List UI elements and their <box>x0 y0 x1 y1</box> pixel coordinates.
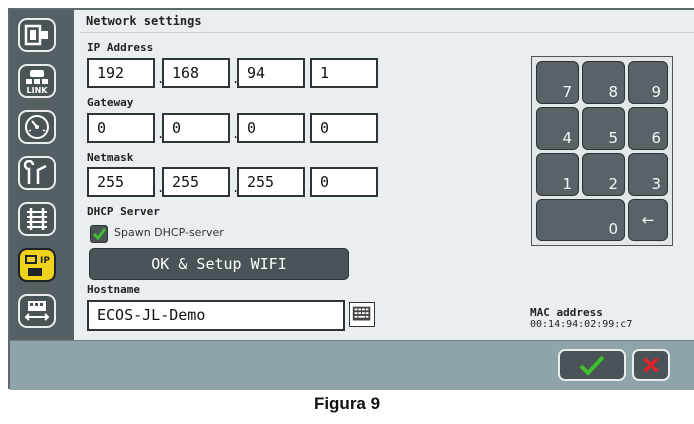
backspace-key[interactable]: ← <box>628 199 668 241</box>
gateway-octet-1[interactable]: 0 <box>87 113 155 143</box>
sidebar: LINK IP <box>10 10 74 340</box>
mac-address-value: 00:14:94:02:99:c7 <box>530 319 633 330</box>
confirm-button[interactable] <box>558 349 626 381</box>
ip-octet-1[interactable]: 192 <box>87 58 155 88</box>
sidebar-item-track[interactable] <box>18 202 56 236</box>
sidebar-item-network[interactable]: IP <box>18 248 56 282</box>
gateway-octet-2[interactable]: 0 <box>162 113 230 143</box>
key-6[interactable]: 6 <box>628 107 668 150</box>
netmask-label: Netmask <box>87 151 134 164</box>
keyboard-button[interactable] <box>349 302 375 327</box>
figure-caption: Figura 9 <box>313 394 381 413</box>
ip-octet-4[interactable]: 1 <box>310 58 378 88</box>
netmask-octet-1[interactable]: 255 <box>87 167 155 197</box>
check-icon <box>92 228 107 241</box>
backspace-icon: ← <box>641 211 655 229</box>
locomotive-icon <box>24 301 50 321</box>
switch-icon <box>23 160 47 184</box>
sidebar-item-link[interactable]: LINK <box>18 64 56 98</box>
netmask-octet-4[interactable]: 0 <box>310 167 378 197</box>
checkmark-icon <box>579 355 605 376</box>
track-icon <box>27 208 47 230</box>
page-title: Network settings <box>86 14 202 28</box>
title-divider <box>80 32 694 33</box>
dhcp-label: DHCP Server <box>87 205 160 218</box>
sidebar-item-gauge[interactable] <box>18 110 56 144</box>
sidebar-item-locomotive[interactable] <box>18 294 56 328</box>
key-3[interactable]: 3 <box>628 153 668 196</box>
device-icon <box>24 24 48 46</box>
dhcp-checkbox[interactable] <box>90 225 108 243</box>
sidebar-item-device[interactable] <box>18 18 56 52</box>
key-2[interactable]: 2 <box>582 153 625 196</box>
dhcp-checkbox-label: Spawn DHCP-server <box>114 226 224 239</box>
key-7[interactable]: 7 <box>536 61 579 104</box>
gateway-octet-3[interactable]: 0 <box>237 113 305 143</box>
mac-address-label: MAC address <box>530 306 603 319</box>
key-5[interactable]: 5 <box>582 107 625 150</box>
cancel-button[interactable] <box>632 349 670 381</box>
key-9[interactable]: 9 <box>628 61 668 104</box>
network-icon: IP <box>25 255 50 276</box>
key-1[interactable]: 1 <box>536 153 579 196</box>
key-8[interactable]: 8 <box>582 61 625 104</box>
netmask-octet-2[interactable]: 255 <box>162 167 230 197</box>
link-label: LINK <box>27 86 49 94</box>
ip-octet-3[interactable]: 94 <box>237 58 305 88</box>
key-0[interactable]: 0 <box>536 199 625 241</box>
hostname-label: Hostname <box>87 283 140 296</box>
hostname-input[interactable]: ECOS-JL-Demo <box>87 300 345 331</box>
ok-setup-wifi-button[interactable]: OK & Setup WIFI <box>89 248 349 280</box>
link-icon: LINK <box>26 70 49 94</box>
ip-address-label: IP Address <box>87 41 154 54</box>
keyboard-icon <box>352 306 371 321</box>
gateway-label: Gateway <box>87 96 134 109</box>
gateway-octet-4[interactable]: 0 <box>310 113 378 143</box>
ip-label: IP <box>40 256 50 266</box>
numeric-keypad: 7 8 9 4 5 6 1 2 3 0 ← <box>531 56 673 246</box>
cross-icon <box>643 357 659 373</box>
ip-octet-2[interactable]: 168 <box>162 58 230 88</box>
key-4[interactable]: 4 <box>536 107 579 150</box>
gauge-icon <box>25 115 49 139</box>
sidebar-item-switch[interactable] <box>18 156 56 190</box>
netmask-octet-3[interactable]: 255 <box>237 167 305 197</box>
